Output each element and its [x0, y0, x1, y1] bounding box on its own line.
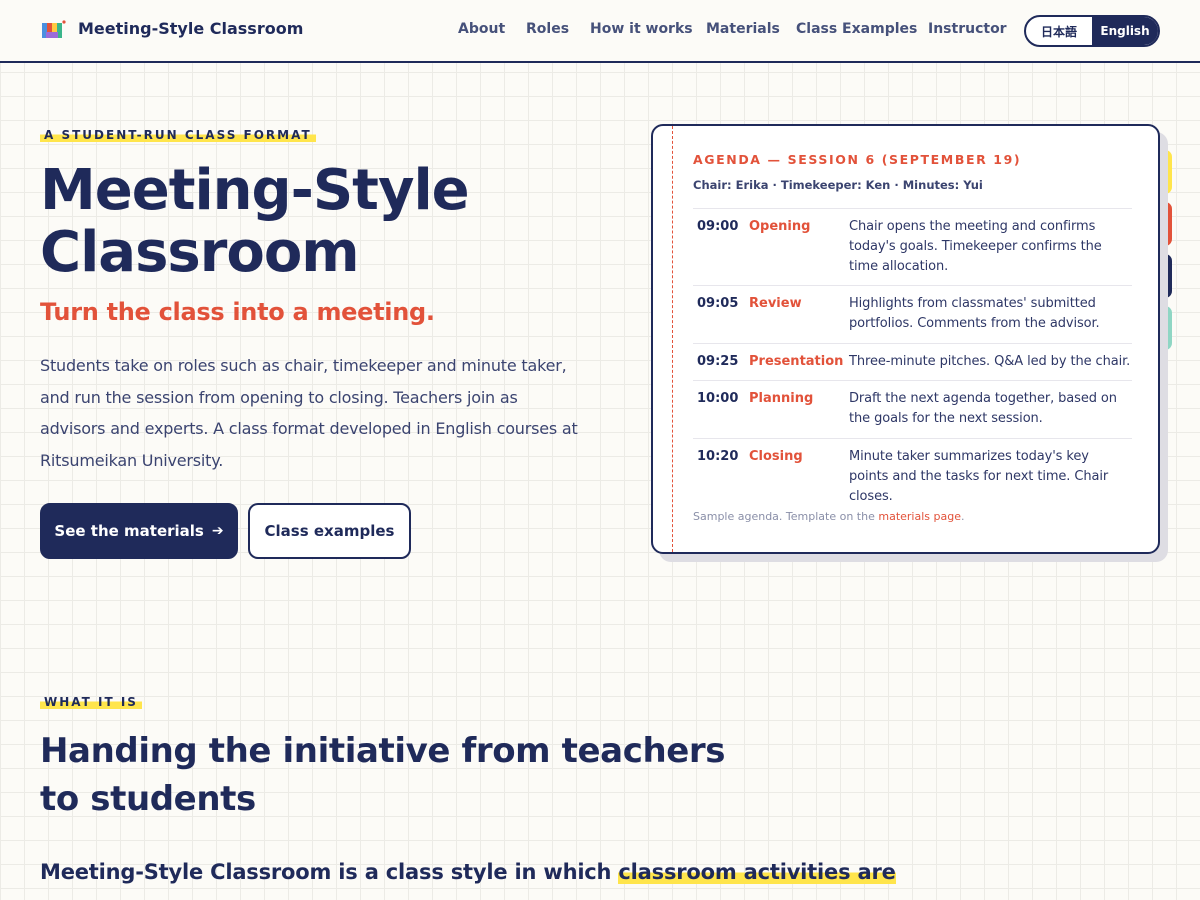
agenda-item: Opening: [749, 219, 811, 234]
agenda-time: 09:00: [697, 219, 739, 234]
hero-description: Students take on roles such as chair, ti…: [40, 356, 578, 470]
nav-materials[interactable]: Materials: [706, 21, 780, 37]
main-nav: About Roles How it works Materials Class…: [0, 21, 1200, 41]
section-lead: Meeting-Style Classroom is a class style…: [40, 860, 896, 884]
agenda-item: Presentation: [749, 354, 844, 369]
agenda-card: AGENDA — SESSION 6 (SEPTEMBER 19) Chair:…: [651, 124, 1160, 554]
hero-tagline: Turn the class into a meeting.: [40, 298, 435, 326]
agenda-row: 09:00 Opening Chair opens the meeting an…: [693, 208, 1132, 285]
agenda-description: Chair opens the meeting and confirms tod…: [849, 219, 1102, 274]
class-examples-label: Class examples: [264, 522, 395, 540]
agenda-roles: Chair: Erika · Timekeeper: Ken · Minutes…: [693, 178, 983, 192]
agenda-item: Closing: [749, 449, 803, 464]
agenda-time: 10:20: [697, 449, 739, 464]
section-title: Handing the initiative from teachers to …: [40, 731, 726, 819]
agenda-time: 09:05: [697, 296, 739, 311]
see-materials-button[interactable]: See the materials ➔: [40, 503, 238, 559]
agenda-description: Minute taker summarizes today's key poin…: [849, 449, 1109, 504]
agenda-description: Highlights from classmates' submitted po…: [849, 296, 1100, 331]
nav-class-examples[interactable]: Class Examples: [796, 21, 917, 37]
agenda-description: Three-minute pitches. Q&A led by the cha…: [849, 354, 1131, 369]
language-toggle: 日本語 English: [1024, 15, 1160, 47]
nav-instructor[interactable]: Instructor: [928, 21, 1007, 37]
card-margin-line: [672, 126, 673, 552]
materials-page-link[interactable]: materials page: [878, 510, 961, 523]
site-header: Meeting-Style Classroom About Roles How …: [0, 0, 1200, 63]
agenda-row: 09:05 Review Highlights from classmates'…: [693, 285, 1132, 343]
lead-highlight: classroom activities are: [618, 860, 896, 884]
agenda-note-suffix: .: [960, 510, 965, 523]
hero-title: Meeting-Style Classroom: [40, 158, 470, 285]
lang-english-button[interactable]: English: [1092, 17, 1158, 45]
nav-how-it-works[interactable]: How it works: [590, 21, 693, 37]
agenda-description: Draft the next agenda together, based on…: [849, 391, 1117, 426]
agenda-time: 09:25: [697, 354, 739, 369]
section-eyebrow: WHAT IT IS: [40, 695, 142, 709]
lang-japanese-button[interactable]: 日本語: [1026, 17, 1092, 45]
nav-about[interactable]: About: [458, 21, 505, 37]
agenda-item: Review: [749, 296, 802, 311]
class-examples-button[interactable]: Class examples: [248, 503, 411, 559]
agenda-row: 10:20 Closing Minute taker summarizes to…: [693, 438, 1132, 504]
agenda-row: 10:00 Planning Draft the next agenda tog…: [693, 380, 1132, 438]
agenda-time: 10:00: [697, 391, 739, 406]
agenda-note: Sample agenda. Template on the materials…: [693, 510, 964, 523]
see-materials-label: See the materials: [54, 522, 204, 540]
lead-text: Meeting-Style Classroom is a class style…: [40, 860, 619, 884]
agenda-item: Planning: [749, 391, 814, 406]
arrow-right-icon: ➔: [211, 523, 224, 539]
hero-eyebrow: A STUDENT-RUN CLASS FORMAT: [40, 128, 316, 142]
agenda-title: AGENDA — SESSION 6 (SEPTEMBER 19): [693, 152, 1022, 167]
agenda-row: 09:25 Presentation Three-minute pitches.…: [693, 343, 1132, 380]
nav-roles[interactable]: Roles: [526, 21, 569, 37]
agenda-note-text: Sample agenda. Template on the: [693, 510, 879, 523]
